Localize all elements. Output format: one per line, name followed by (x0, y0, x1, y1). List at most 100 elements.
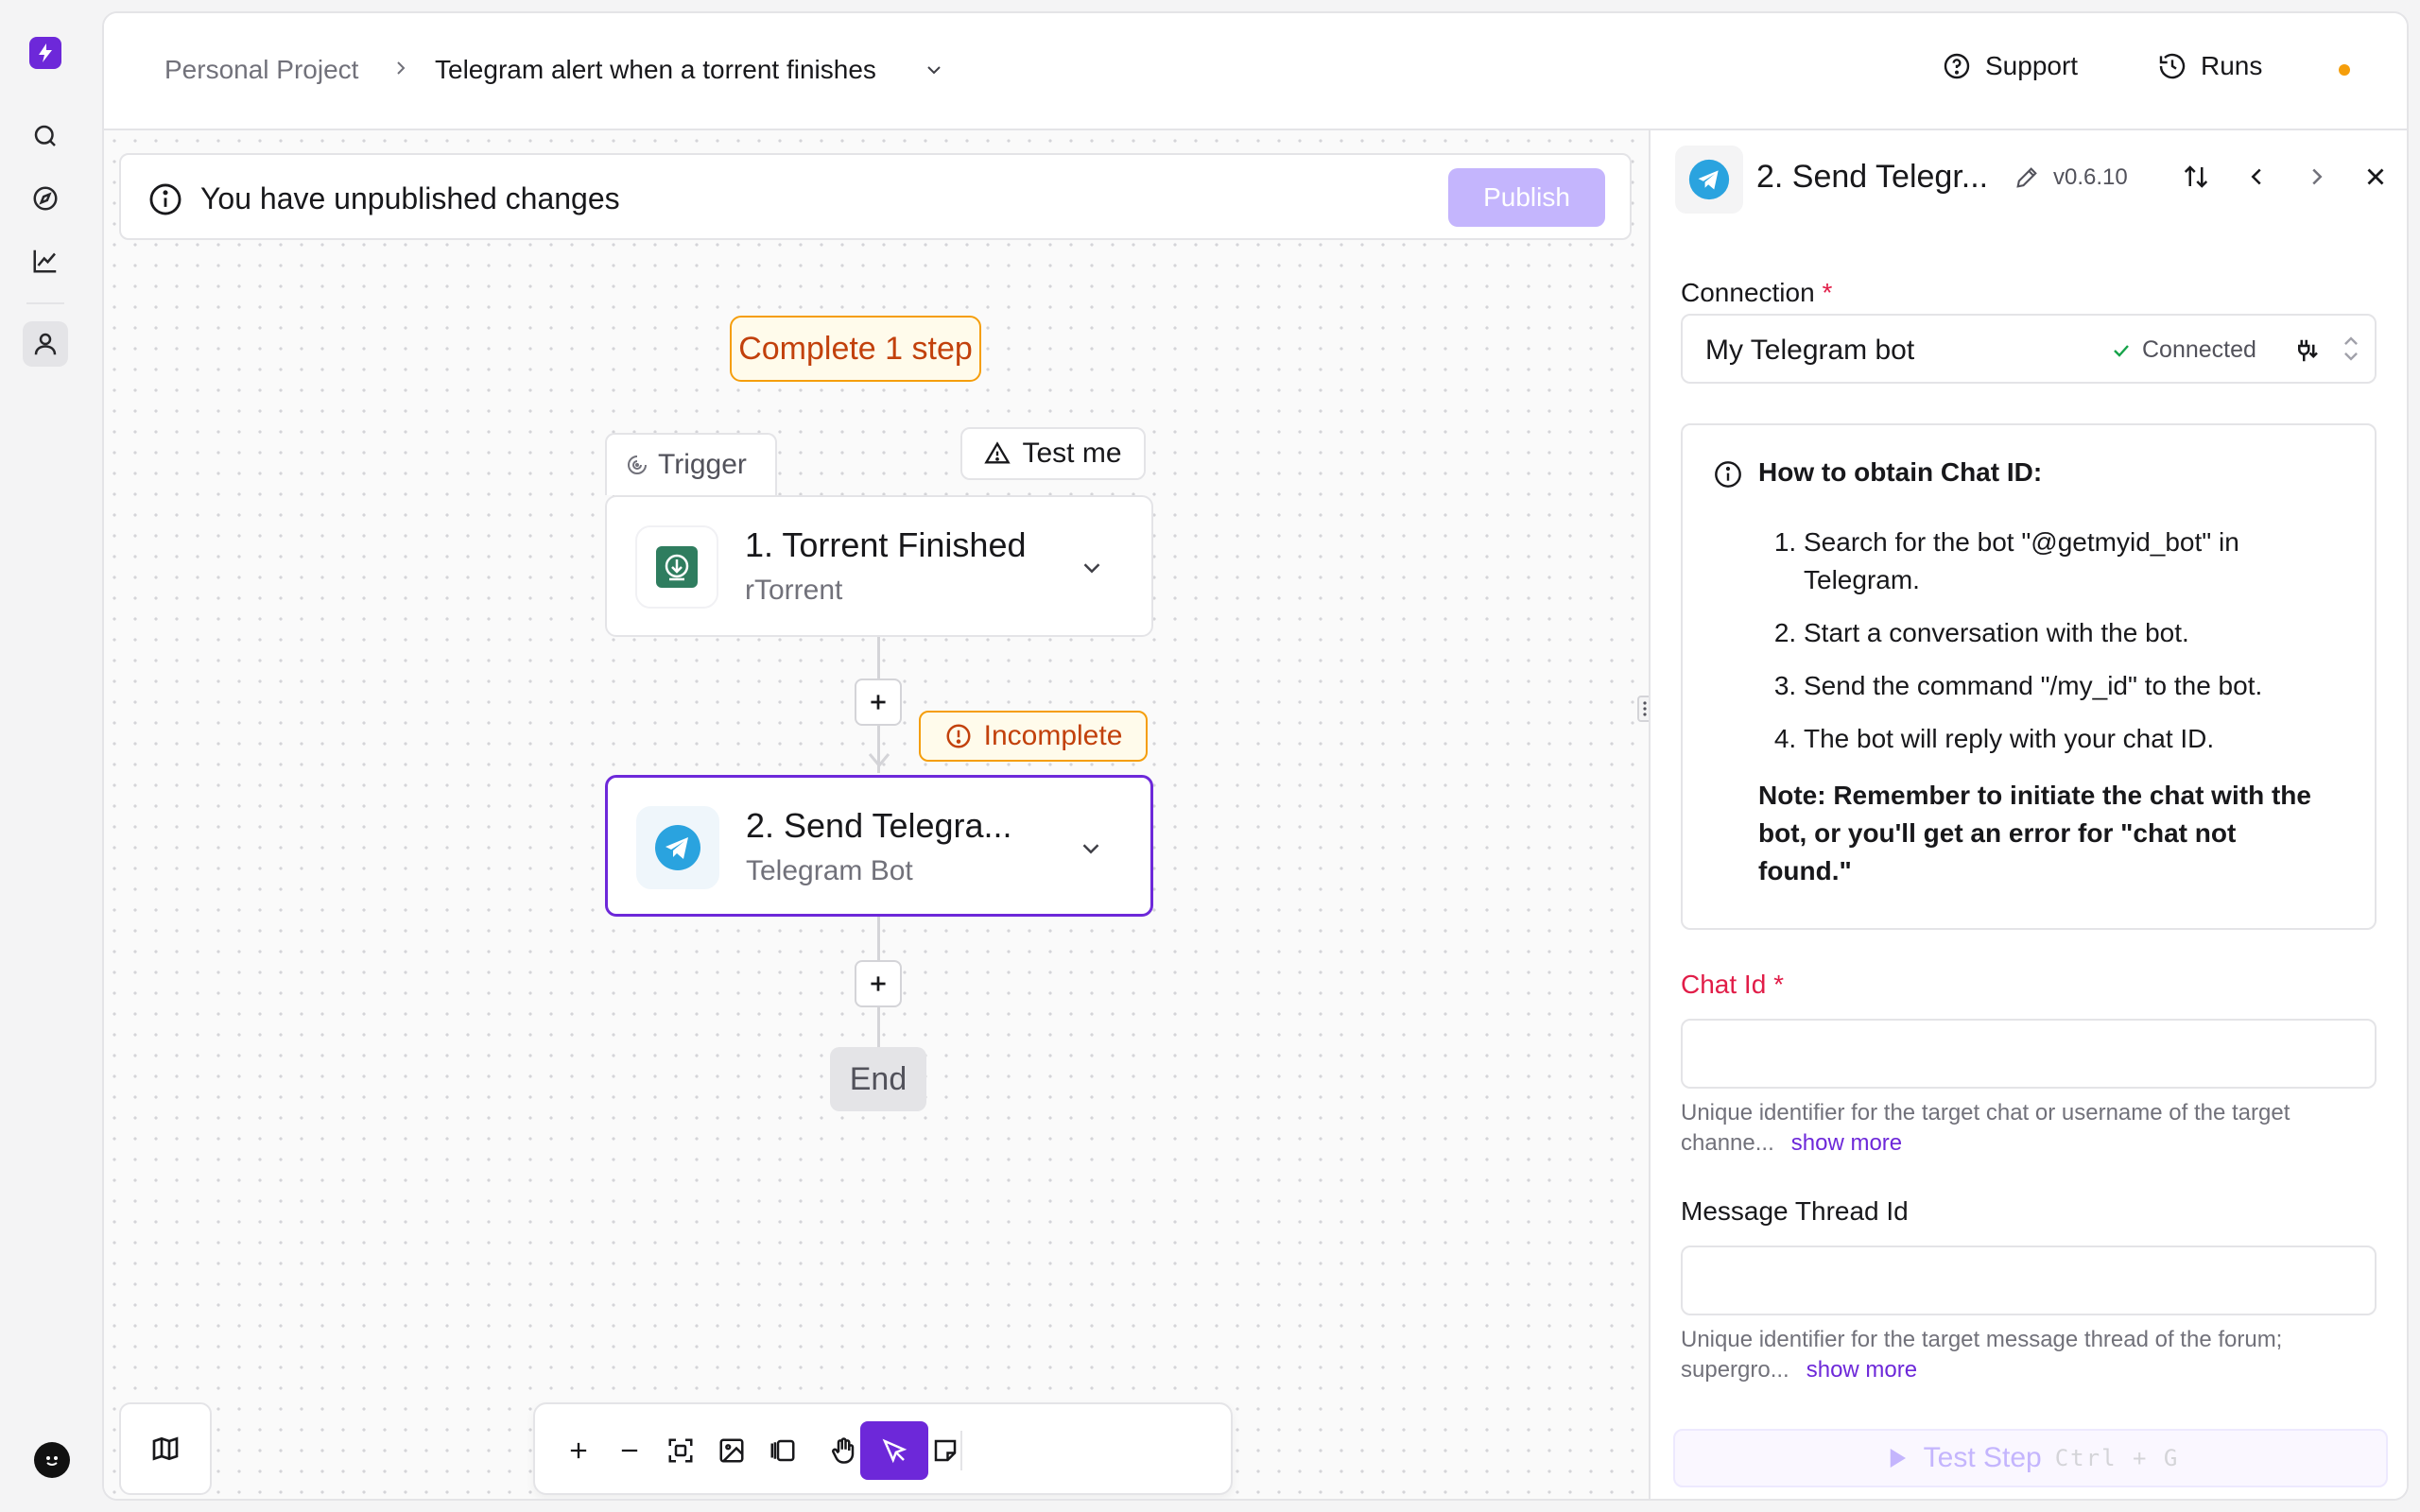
telegram-icon (1675, 146, 1743, 214)
alert-circle-icon (946, 724, 971, 748)
publish-button[interactable]: Publish (1448, 168, 1605, 227)
left-rail (0, 0, 102, 1512)
instructions-note: Note: Remember to initiate the chat with… (1758, 781, 2311, 885)
connection-value: My Telegram bot (1705, 335, 1915, 366)
flow-menu-chevron-down-icon[interactable] (923, 59, 945, 86)
instructions-heading: How to obtain Chat ID: (1758, 457, 2043, 487)
previous-step-chevron-left-icon[interactable] (2242, 163, 2271, 196)
history-icon (2159, 53, 2186, 79)
avatar[interactable] (34, 1442, 70, 1478)
instruction-step: Start a conversation with the bot. (1804, 614, 2325, 652)
cursor-icon (882, 1438, 908, 1464)
banner-text: You have unpublished changes (200, 181, 620, 215)
chat-id-label: Chat Id * (1681, 970, 1784, 999)
toggle-panel-button[interactable] (749, 1421, 817, 1480)
end-node: End (830, 1047, 926, 1111)
telegram-icon (636, 806, 719, 889)
panel-icon (770, 1439, 795, 1462)
add-step-button[interactable] (855, 679, 902, 726)
main-frame: Personal Project Telegram alert when a t… (102, 11, 2409, 1501)
trigger-tab: Trigger (605, 433, 777, 495)
check-icon (2114, 344, 2129, 357)
trigger-icon (628, 455, 647, 474)
thread-id-label: Message Thread Id (1681, 1196, 1909, 1226)
thread-id-input[interactable] (1681, 1246, 2377, 1315)
canvas-toolbar (533, 1402, 1233, 1495)
chat-id-input[interactable] (1681, 1019, 2377, 1089)
incomplete-label: Incomplete (983, 720, 1123, 751)
instruction-step: Send the command "/my_id" to the bot. (1804, 667, 2325, 705)
sticky-note-icon (934, 1439, 957, 1462)
thread-id-help: Unique identifier for the target message… (1681, 1327, 2283, 1383)
support-label: Support (1985, 51, 2079, 80)
step1-subtitle: rTorrent (745, 575, 843, 606)
breadcrumb-flow-name[interactable]: Telegram alert when a torrent finishes (435, 55, 876, 85)
incomplete-badge[interactable]: Incomplete (919, 711, 1148, 762)
step-title[interactable]: 2. Send Telegr... (1756, 159, 1988, 196)
support-button[interactable]: Support (1942, 51, 2078, 81)
test-step-shortcut: Ctrl + G (2054, 1445, 2180, 1471)
step1-chevron-down-icon[interactable] (1078, 554, 1106, 587)
test-me-button[interactable]: Test me (960, 427, 1146, 480)
test-me-label: Test me (1022, 438, 1122, 469)
rail-divider (26, 302, 64, 304)
step-card-send-telegram[interactable]: 2. Send Telegra... Telegram Bot (605, 775, 1153, 917)
fit-view-icon (668, 1438, 693, 1463)
reconnect-plug-icon[interactable] (2293, 336, 2322, 369)
step-settings-panel: 2. Send Telegr... v0.6.10 Connection * M… (1649, 130, 2407, 1499)
plus-icon (871, 976, 886, 991)
hand-icon (832, 1437, 855, 1464)
piece-version: v0.6.10 (2053, 164, 2128, 190)
test-step-button[interactable]: Test Step Ctrl + G (1673, 1429, 2388, 1487)
test-step-label: Test Step (1923, 1442, 2042, 1473)
close-icon[interactable] (2361, 163, 2390, 196)
step-card-torrent-finished[interactable]: 1. Torrent Finished rTorrent (605, 495, 1153, 637)
connector-line (877, 917, 880, 962)
connector-line (877, 1007, 880, 1049)
top-header: Personal Project Telegram alert when a t… (104, 13, 2407, 130)
unpublished-banner: You have unpublished changes Publish (119, 153, 1632, 240)
connection-select[interactable]: My Telegram bot Connected (1681, 314, 2377, 384)
add-step-button[interactable] (855, 960, 902, 1007)
warning-triangle-icon (984, 441, 1011, 464)
runs-button[interactable]: Runs (2157, 51, 2262, 81)
chat-id-help: Unique identifier for the target chat or… (1681, 1100, 2290, 1156)
step1-title: 1. Torrent Finished (745, 525, 1027, 564)
flow-canvas[interactable]: You have unpublished changes Publish Com… (104, 130, 1649, 1499)
rtorrent-icon (635, 525, 718, 609)
complete-steps-badge[interactable]: Complete 1 step (730, 316, 981, 382)
map-icon (152, 1436, 179, 1461)
connection-status: Connected (2110, 336, 2256, 364)
select-chevrons-icon (2337, 333, 2365, 369)
explore-compass-icon[interactable] (23, 176, 68, 221)
breadcrumb-chevron-right-icon (389, 57, 412, 84)
show-more-link[interactable]: show more (1791, 1130, 1902, 1156)
connector-arrow-icon (868, 753, 890, 768)
next-step-chevron-right-icon[interactable] (2303, 163, 2331, 196)
info-icon (1713, 459, 1743, 494)
analytics-chart-icon[interactable] (23, 238, 68, 284)
connection-label: Connection * (1681, 278, 1833, 307)
app-logo-icon[interactable] (29, 37, 61, 69)
image-download-icon (719, 1438, 744, 1463)
status-dot (2339, 64, 2350, 76)
show-more-link[interactable]: show more (1806, 1357, 1917, 1383)
runs-label: Runs (2201, 51, 2263, 80)
search-icon[interactable] (23, 113, 68, 159)
add-note-button[interactable] (911, 1421, 979, 1480)
step2-subtitle: Telegram Bot (746, 855, 913, 886)
info-icon (147, 181, 183, 222)
help-circle-icon (1944, 53, 1970, 79)
play-icon (1890, 1449, 1906, 1468)
swap-vertical-icon[interactable] (2182, 163, 2210, 196)
chat-id-instructions: How to obtain Chat ID: Search for the bo… (1681, 423, 2377, 930)
instructions-list: Search for the bot "@getmyid_bot" in Tel… (1758, 524, 2325, 773)
minus-icon (621, 1449, 638, 1452)
user-icon[interactable] (23, 321, 68, 367)
instruction-step: Search for the bot "@getmyid_bot" in Tel… (1804, 524, 2325, 599)
edit-pencil-icon[interactable] (2014, 164, 2040, 196)
minimap-button[interactable] (119, 1402, 212, 1495)
step2-chevron-down-icon[interactable] (1077, 834, 1105, 868)
breadcrumb-project[interactable]: Personal Project (164, 55, 358, 85)
trigger-label: Trigger (658, 449, 747, 480)
